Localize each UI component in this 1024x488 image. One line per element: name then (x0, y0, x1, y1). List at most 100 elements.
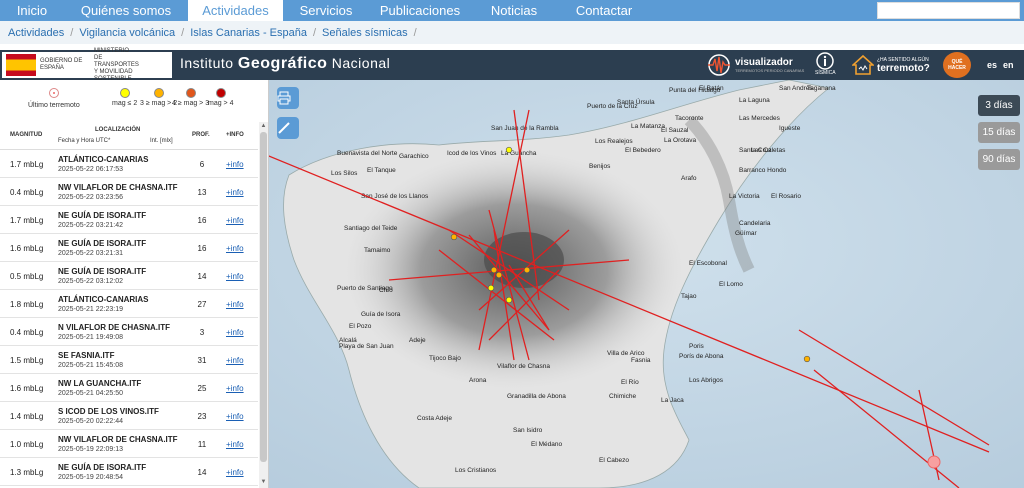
nav-publicaciones[interactable]: Publicaciones (369, 0, 471, 21)
place-label: Garachico (399, 153, 429, 160)
epicenter-marker[interactable] (450, 233, 458, 241)
measure-button[interactable] (277, 117, 299, 139)
visualizador-button[interactable]: visualizador TERREMOTOS PERIODO CANARIAS (706, 52, 804, 78)
list-scrollbar[interactable]: ▲ ▼ (259, 122, 268, 488)
epicenter-marker[interactable] (523, 266, 531, 274)
row-depth: 27 (197, 300, 207, 309)
row-magnitude: 1.6 mbLg (10, 384, 44, 393)
place-label: San José de los Llanos (361, 193, 429, 200)
row-info-link[interactable]: +info (226, 384, 244, 393)
place-label: Tamaimo (364, 247, 391, 254)
nav-contactar[interactable]: Contactar (557, 0, 651, 21)
breadcrumb-actividades[interactable]: Actividades (8, 27, 64, 39)
table-row[interactable]: 0.4 mbLg N VILAFLOR DE CHASNA.ITF 2025-05-… (0, 318, 258, 346)
row-datetime: 2025-05-21 19:49:08 (58, 334, 123, 341)
table-row[interactable]: 1.5 mbLg SE FASNIA.ITF 2025-05-21 15:45:08… (0, 346, 258, 374)
ign-title[interactable]: Instituto Geográfico Nacional (180, 55, 390, 73)
epicenter-marker[interactable] (803, 355, 811, 363)
terremoto-question: ¿HA SENTIDO ALGÚN (877, 56, 929, 63)
row-magnitude: 1.6 mbLg (10, 244, 44, 253)
lang-en[interactable]: en (1003, 60, 1014, 70)
breadcrumb-vigilancia[interactable]: Vigilancia volcánica (79, 27, 175, 39)
row-datetime: 2025-05-22 06:17:53 (58, 166, 123, 173)
map-canvas[interactable]: Punta del HidalgoEl BatánSanta ÚrsulaSan… (269, 80, 1024, 488)
row-magnitude: 0.4 mbLg (10, 328, 44, 337)
row-info-link[interactable]: +info (226, 160, 244, 169)
sismica-button[interactable]: SÍSMICA (815, 52, 836, 78)
epicenter-marker[interactable] (505, 296, 513, 304)
seismic-map[interactable]: Punta del Hidalgo El Batán Santa Úrsula San… (269, 80, 1024, 488)
table-row[interactable]: 1.0 mbLg NW VILAFLOR DE CHASNA.ITF 2025-05… (0, 430, 258, 458)
scroll-thumb[interactable] (260, 132, 267, 462)
place-label: Santiago del Teide (344, 225, 398, 232)
table-row[interactable]: 1.6 mbLg NE GUÍA DE ISORA.ITF 2025-05-22 0… (0, 234, 258, 262)
row-info-link[interactable]: +info (226, 356, 244, 365)
row-location: SE FASNIA.ITF (58, 351, 115, 360)
table-header: MAGNITUD LOCALIZACIÓN Fecha y Hora UTC* … (0, 122, 258, 150)
orange-dot-icon (153, 88, 164, 98)
nav-inicio[interactable]: Inicio (0, 0, 64, 21)
row-location: NW VILAFLOR DE CHASNA.ITF (58, 435, 178, 444)
lang-es[interactable]: es (987, 60, 997, 70)
nav-servicios[interactable]: Servicios (283, 0, 369, 21)
row-depth: 14 (197, 272, 207, 281)
breadcrumb-senales[interactable]: Señales sísmicas (322, 27, 408, 39)
nav-actividades[interactable]: Actividades (188, 0, 283, 21)
place-label: Granadilla de Abona (507, 393, 566, 400)
row-info-link[interactable]: +info (226, 412, 244, 421)
table-row[interactable]: 1.7 mbLg NE GUÍA DE ISORA.ITF 2025-05-22 0… (0, 206, 258, 234)
place-label: El Batán (699, 85, 724, 92)
row-info-link[interactable]: +info (226, 188, 244, 197)
table-row[interactable]: 1.3 mbLg NE GUÍA DE ISORA.ITF 2025-05-19 2… (0, 458, 258, 486)
row-info-link[interactable]: +info (226, 272, 244, 281)
terremoto-button[interactable]: ¿HA SENTIDO ALGÚN terremoto? (852, 52, 930, 78)
row-location: NW LA GUANCHA.ITF (58, 379, 142, 388)
btn-3-dias[interactable]: 3 días (978, 95, 1020, 116)
btn-15-dias[interactable]: 15 días (978, 122, 1020, 143)
legend-mag-1: mag ≤ 2 (112, 88, 137, 107)
epicenter-marker[interactable] (487, 284, 495, 292)
sismica-label: SÍSMICA (815, 70, 836, 76)
place-label: Puerto de la Cruz (587, 103, 638, 110)
table-row[interactable]: 1.7 mbLg ATLÁNTICO-CANARIAS 2025-05-22 06:… (0, 150, 258, 178)
table-row[interactable]: 0.4 mbLg NW VILAFLOR DE CHASNA.ITF 2025-05… (0, 178, 258, 206)
epicenter-marker[interactable] (495, 271, 503, 279)
terremoto-label: terremoto? (877, 62, 930, 74)
place-label: El Río (621, 379, 639, 386)
legend-mag-3: 4 ≥ mag > 3 (172, 88, 209, 107)
row-magnitude: 1.0 mbLg (10, 440, 44, 449)
row-info-link[interactable]: +info (226, 216, 244, 225)
breadcrumb-canarias[interactable]: Islas Canarias - España (190, 27, 307, 39)
epicenter-marker[interactable] (490, 266, 498, 274)
place-label: El Tanque (367, 167, 396, 174)
place-label: El Bebedero (625, 147, 661, 154)
header-info: +INFO (226, 132, 244, 138)
table-row[interactable]: 1.4 mbLg S ICOD DE LOS VINOS.ITF 2025-05-2… (0, 402, 258, 430)
row-info-link[interactable]: +info (226, 244, 244, 253)
nav-noticias[interactable]: Noticias (471, 0, 557, 21)
table-row[interactable]: 0.5 mbLg NE GUÍA DE ISORA.ITF 2025-05-22 0… (0, 262, 258, 290)
que-hacer-button[interactable]: QUÉ HACER (943, 52, 971, 78)
epicenter-marker[interactable] (505, 146, 513, 154)
row-magnitude: 1.7 mbLg (10, 160, 44, 169)
place-label: La Victoria (729, 193, 760, 200)
scroll-down-icon[interactable]: ▼ (260, 479, 267, 487)
btn-90-dias[interactable]: 90 días (978, 149, 1020, 170)
row-info-link[interactable]: +info (226, 300, 244, 309)
print-button[interactable] (277, 87, 299, 109)
last-quake-marker[interactable] (927, 455, 941, 469)
place-label: El Médano (531, 441, 562, 448)
row-info-link[interactable]: +info (226, 440, 244, 449)
row-magnitude: 1.7 mbLg (10, 216, 44, 225)
row-info-link[interactable]: +info (226, 328, 244, 337)
row-depth: 23 (197, 412, 207, 421)
table-row[interactable]: 1.8 mbLg ATLÁNTICO-CANARIAS 2025-05-21 22:… (0, 290, 258, 318)
row-datetime: 2025-05-21 22:23:19 (58, 306, 123, 313)
nav-quienes-somos[interactable]: Quiénes somos (64, 0, 188, 21)
table-row[interactable]: 1.6 mbLg NW LA GUANCHA.ITF 2025-05-21 04:2… (0, 374, 258, 402)
scroll-up-icon[interactable]: ▲ (260, 123, 267, 131)
search-input[interactable] (877, 2, 1020, 19)
government-logo[interactable]: GOBIERNO DE ESPAÑA MINISTERIO DE TRANSPO… (2, 48, 172, 82)
row-datetime: 2025-05-21 04:25:50 (58, 390, 123, 397)
row-info-link[interactable]: +info (226, 468, 244, 477)
